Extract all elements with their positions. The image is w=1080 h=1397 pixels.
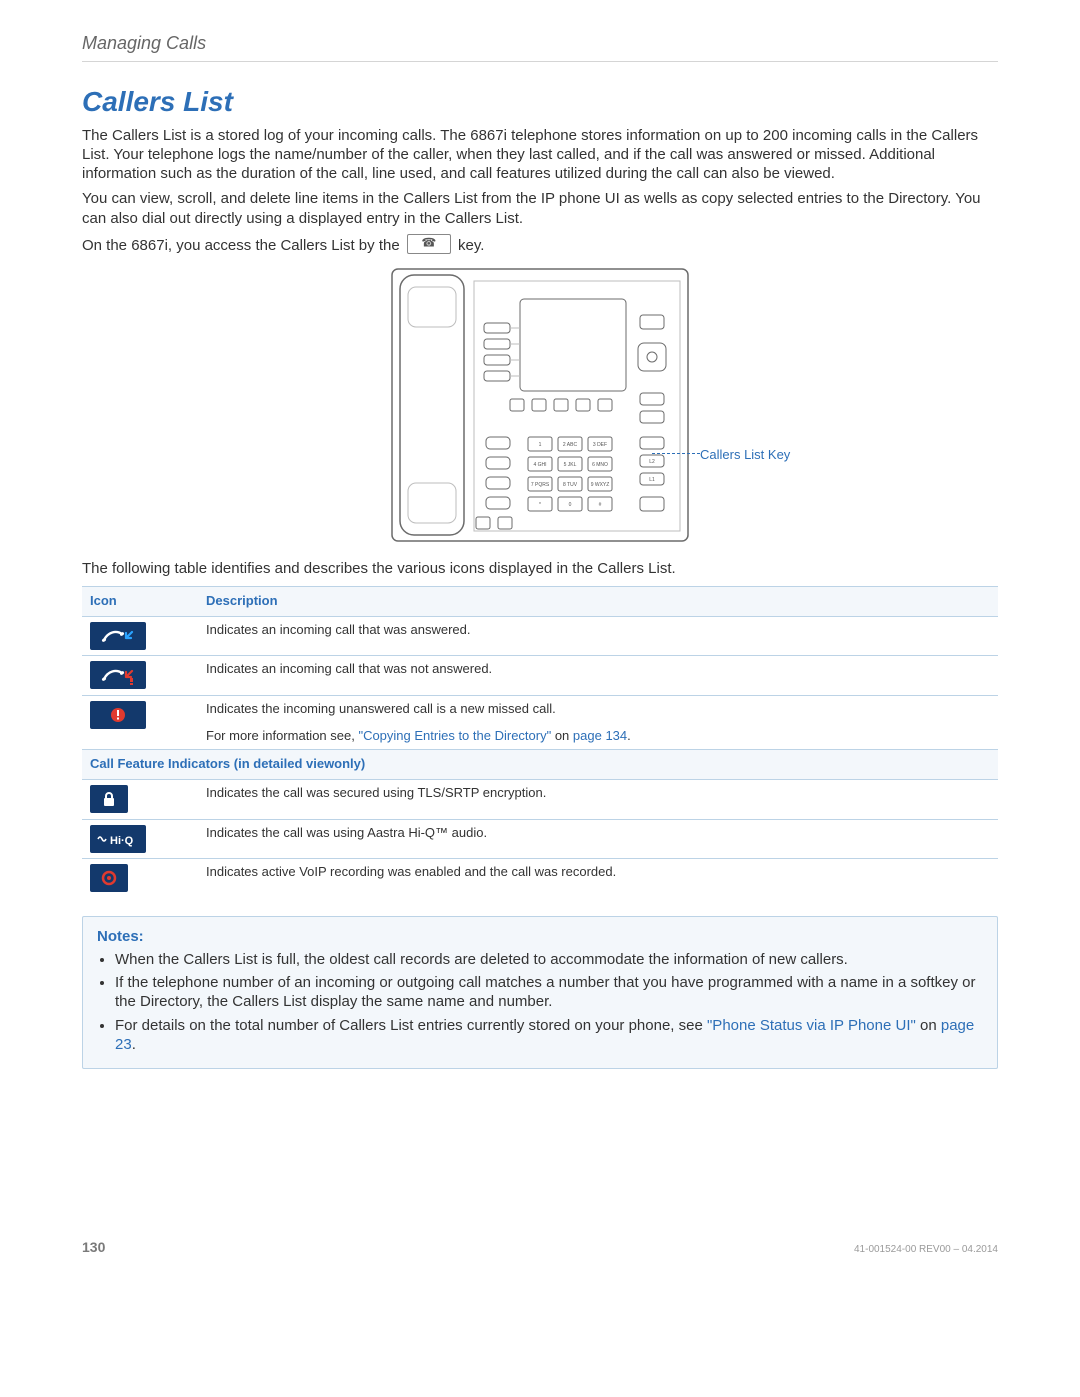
svg-text:1: 1 — [539, 442, 542, 448]
note-pre: For details on the total number of Calle… — [115, 1017, 707, 1034]
intro-paragraph-1: The Callers List is a stored log of your… — [82, 126, 998, 184]
th-icon: Icon — [82, 587, 198, 617]
running-header: Managing Calls — [82, 32, 998, 55]
list-item: If the telephone number of an incoming o… — [115, 973, 983, 1011]
svg-text:7 PQRS: 7 PQRS — [531, 482, 550, 488]
svg-text:2 ABC: 2 ABC — [563, 442, 578, 448]
svg-text:*: * — [539, 502, 541, 508]
row-desc: Indicates the incoming unanswered call i… — [198, 696, 998, 750]
p3-post: key. — [458, 237, 484, 254]
table-row: Indicates active VoIP recording was enab… — [82, 859, 998, 898]
page-134-link[interactable]: page 134 — [573, 728, 627, 743]
intro-paragraph-2: You can view, scroll, and delete line it… — [82, 189, 998, 227]
intro-paragraph-3: On the 6867i, you access the Callers Lis… — [82, 234, 998, 255]
list-item: For details on the total number of Calle… — [115, 1016, 983, 1054]
notes-list: When the Callers List is full, the oldes… — [97, 950, 983, 1054]
table-row: Indicates an incoming call that was answ… — [82, 616, 998, 656]
section-title: Callers List — [82, 84, 998, 120]
row-desc-pre: For more information see, — [206, 728, 358, 743]
notes-title: Notes: — [97, 927, 983, 946]
section-label: Call Feature Indicators (in detailed vie… — [82, 750, 998, 780]
table-row: Indicates the call was secured using TLS… — [82, 779, 998, 819]
svg-text:6 MNO: 6 MNO — [592, 462, 608, 468]
row-desc: Indicates an incoming call that was answ… — [198, 616, 998, 656]
doc-revision: 41-001524-00 REV00 – 04.2014 — [854, 1244, 998, 1257]
svg-text:L2: L2 — [649, 459, 655, 465]
p3-pre: On the 6867i, you access the Callers Lis… — [82, 237, 400, 254]
page-number: 130 — [82, 1239, 105, 1257]
table-intro: The following table identifies and descr… — [82, 559, 998, 578]
row-desc: Indicates an incoming call that was not … — [198, 656, 998, 696]
incoming-missed-icon — [90, 661, 146, 689]
svg-text:Hi·Q: Hi·Q — [110, 835, 134, 847]
row-desc: Indicates the call was secured using TLS… — [198, 779, 998, 819]
row-desc: Indicates active VoIP recording was enab… — [198, 859, 998, 898]
callers-list-key-icon — [407, 234, 451, 254]
note-mid: on — [916, 1017, 941, 1034]
svg-text:L1: L1 — [649, 477, 655, 483]
list-item: When the Callers List is full, the oldes… — [115, 950, 983, 969]
callout-dash — [652, 453, 700, 454]
svg-text:8 TUV: 8 TUV — [563, 482, 578, 488]
svg-text:3 DEF: 3 DEF — [593, 442, 607, 448]
record-icon — [90, 864, 128, 892]
row-desc: Indicates the call was using Aastra Hi-Q… — [198, 819, 998, 859]
row-desc-line1: Indicates the incoming unanswered call i… — [206, 701, 990, 718]
phone-svg: 1 2 ABC 3 DEF 4 GHI 5 JKL 6 MNO 7 PQRS 8… — [390, 265, 690, 545]
note-post: . — [132, 1036, 136, 1053]
row-desc-post: . — [627, 728, 631, 743]
icons-table: Icon Description Indicates an inco — [82, 586, 998, 898]
phone-status-link[interactable]: "Phone Status via IP Phone UI" — [707, 1017, 916, 1034]
notes-box: Notes: When the Callers List is full, th… — [82, 916, 998, 1069]
phone-illustration: 1 2 ABC 3 DEF 4 GHI 5 JKL 6 MNO 7 PQRS 8… — [82, 265, 998, 545]
callers-list-key-callout: Callers List Key — [700, 447, 790, 464]
new-missed-icon — [90, 701, 146, 729]
svg-text:4 GHI: 4 GHI — [533, 462, 546, 468]
lock-icon — [90, 785, 128, 813]
table-row: Hi·Q Indicates the call was using Aastra… — [82, 819, 998, 859]
page-footer: 130 41-001524-00 REV00 – 04.2014 — [82, 1239, 998, 1257]
header-rule — [82, 61, 998, 62]
incoming-answered-icon — [90, 622, 146, 650]
table-section-header: Call Feature Indicators (in detailed vie… — [82, 750, 998, 780]
table-row: Indicates the incoming unanswered call i… — [82, 696, 998, 750]
svg-text:#: # — [599, 502, 602, 508]
svg-text:9 WXYZ: 9 WXYZ — [591, 482, 610, 488]
row-desc-mid: on — [551, 728, 573, 743]
svg-text:5 JKL: 5 JKL — [564, 462, 577, 468]
table-row: Indicates an incoming call that was not … — [82, 656, 998, 696]
th-desc: Description — [198, 587, 998, 617]
page: Managing Calls Callers List The Callers … — [0, 0, 1080, 1287]
svg-text:0: 0 — [569, 502, 572, 508]
hiq-audio-icon: Hi·Q — [90, 825, 146, 853]
copy-entries-link[interactable]: "Copying Entries to the Directory" — [358, 728, 551, 743]
